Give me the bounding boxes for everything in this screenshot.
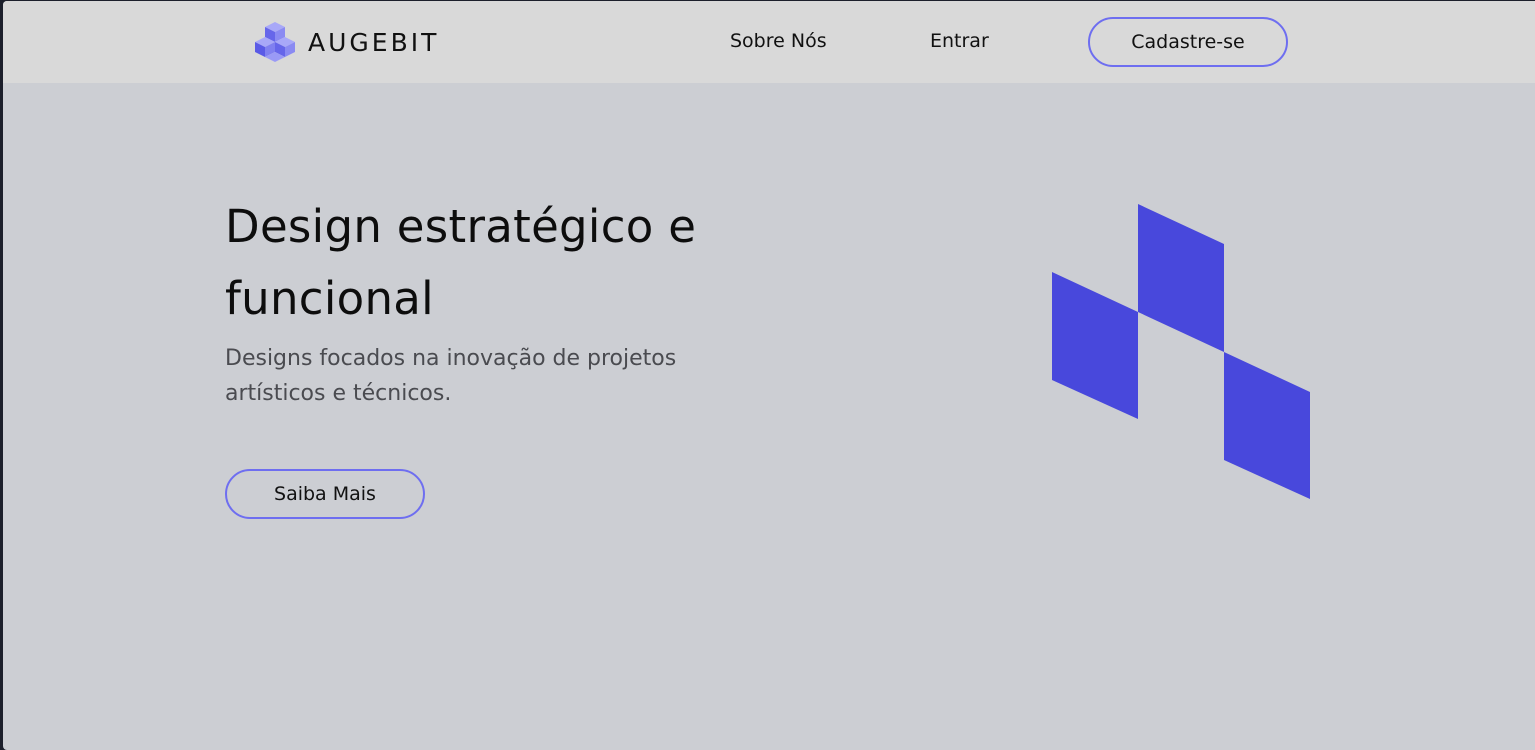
top-navbar: AUGEBIT Sobre Nós Entrar Cadastre-se xyxy=(3,1,1535,83)
brand-name: AUGEBIT xyxy=(308,27,440,57)
learn-more-button[interactable]: Saiba Mais xyxy=(225,469,425,519)
nav-link-login[interactable]: Entrar xyxy=(930,30,989,52)
isometric-cubes-icon xyxy=(255,22,295,62)
landing-page: AUGEBIT Sobre Nós Entrar Cadastre-se Des… xyxy=(3,1,1535,750)
hero-subtitle: Designs focados na inovação de projetos … xyxy=(225,346,677,406)
isometric-stairs-illustration xyxy=(1052,204,1310,499)
signup-button[interactable]: Cadastre-se xyxy=(1088,17,1288,67)
nav-link-about[interactable]: Sobre Nós xyxy=(730,30,827,52)
brand-logo[interactable]: AUGEBIT xyxy=(252,21,439,63)
hero-title: Design estratégico e funcional xyxy=(225,200,697,325)
